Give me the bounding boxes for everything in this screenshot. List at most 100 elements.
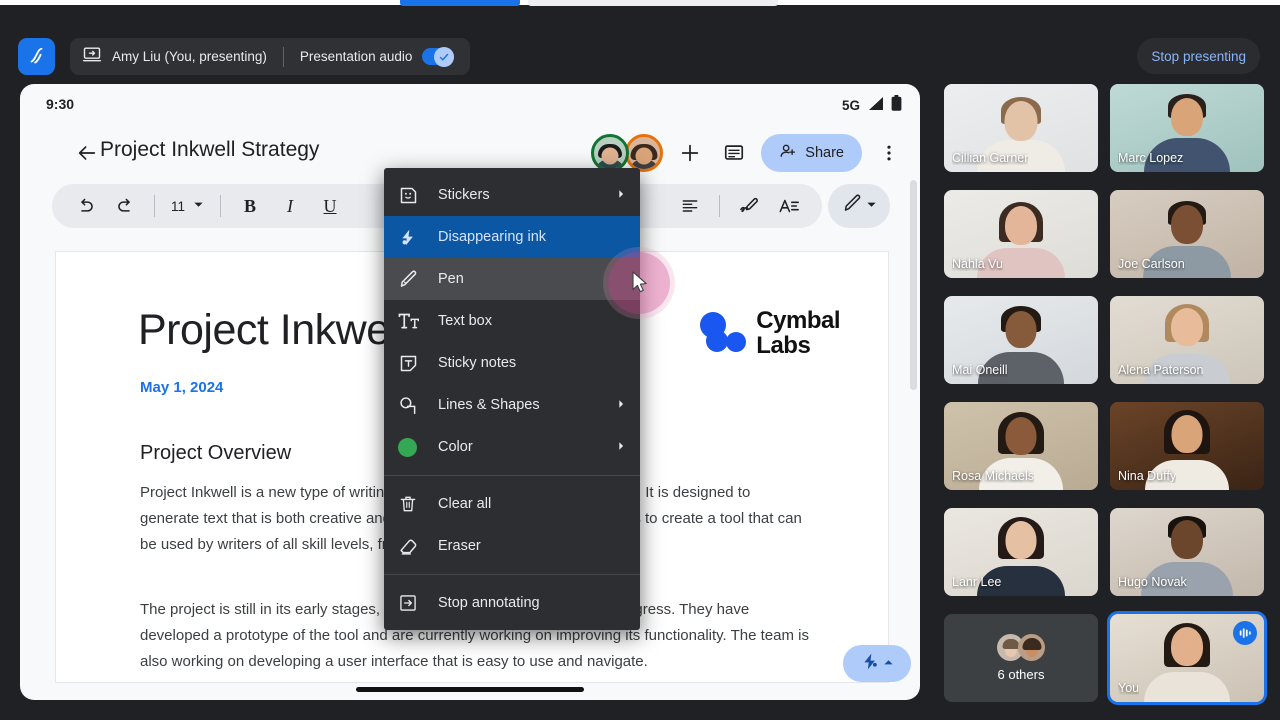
participant-tile[interactable]: Lanr Lee bbox=[944, 508, 1098, 596]
font-size-value: 11 bbox=[171, 199, 185, 214]
browser-chrome-sliver bbox=[0, 0, 1280, 12]
participant-tile[interactable]: Nina Duffy bbox=[1110, 402, 1264, 490]
others-count-label: 6 others bbox=[998, 667, 1045, 682]
menu-item-sticky-notes[interactable]: Sticky notes bbox=[384, 342, 640, 384]
cymbal-dots-icon bbox=[700, 310, 746, 356]
underline-button[interactable]: U bbox=[311, 189, 349, 223]
menu-item-stickers[interactable]: Stickers bbox=[384, 174, 640, 216]
signal-bars-icon bbox=[867, 96, 884, 116]
participant-name: Mai Oneill bbox=[952, 363, 1008, 377]
meet-annotate-logo-icon[interactable] bbox=[18, 38, 55, 75]
back-arrow-icon[interactable] bbox=[76, 142, 98, 169]
participant-tile[interactable]: Hugo Novak bbox=[1110, 508, 1264, 596]
annotation-context-menu: Stickers Disappearing ink Pen bbox=[384, 168, 640, 630]
document-date: May 1, 2024 bbox=[140, 379, 223, 396]
menu-item-label: Pen bbox=[438, 271, 626, 287]
trash-icon bbox=[398, 494, 438, 514]
participant-name: Joe Carlson bbox=[1118, 257, 1185, 271]
battery-full-icon bbox=[891, 95, 902, 116]
phone-status-bar: 9:30 5G bbox=[20, 84, 920, 124]
menu-item-label: Stop annotating bbox=[438, 595, 626, 611]
participant-tile[interactable]: Alena Paterson bbox=[1110, 296, 1264, 384]
home-indicator bbox=[356, 687, 584, 692]
presenter-name-label: Amy Liu (You, presenting) bbox=[112, 49, 267, 64]
chevron-right-icon bbox=[616, 441, 626, 454]
toolbar-divider bbox=[220, 195, 221, 217]
participant-name: Rosa Michaels bbox=[952, 469, 1034, 483]
pen-icon bbox=[842, 193, 863, 219]
participant-tile[interactable]: Joe Carlson bbox=[1110, 190, 1264, 278]
color-swatch-icon bbox=[398, 438, 438, 457]
logo-line-2: Labs bbox=[756, 333, 840, 358]
presentation-audio-toggle[interactable] bbox=[422, 48, 454, 65]
presenting-top-bar: Amy Liu (You, presenting) Presentation a… bbox=[0, 12, 1280, 77]
audio-waveform-icon[interactable] bbox=[1233, 621, 1257, 645]
document-scrollbar[interactable] bbox=[910, 180, 917, 390]
share-button[interactable]: Share bbox=[761, 134, 862, 172]
pen-tool-button[interactable] bbox=[828, 184, 890, 228]
collaborator-avatar-2[interactable] bbox=[625, 134, 663, 172]
status-indicators: 5G bbox=[842, 95, 902, 116]
participant-tile[interactable]: Cillian Garner bbox=[944, 84, 1098, 172]
undo-icon[interactable] bbox=[66, 189, 104, 223]
menu-item-label: Disappearing ink bbox=[438, 229, 626, 245]
others-avatars bbox=[997, 634, 1045, 661]
presentation-audio-label: Presentation audio bbox=[300, 49, 413, 64]
more-vert-icon[interactable] bbox=[872, 136, 906, 170]
others-tile[interactable]: 6 others bbox=[944, 614, 1098, 702]
font-size-selector[interactable]: 11 bbox=[165, 197, 210, 215]
status-network-label: 5G bbox=[842, 98, 860, 113]
meet-presenting-screen: Amy Liu (You, presenting) Presentation a… bbox=[0, 0, 1280, 720]
chevron-right-icon bbox=[616, 399, 626, 412]
participant-tile[interactable]: Rosa Michaels bbox=[944, 402, 1098, 490]
stop-presenting-button[interactable]: Stop presenting bbox=[1137, 38, 1260, 74]
participant-name: Nina Duffy bbox=[1118, 469, 1176, 483]
eraser-icon bbox=[398, 536, 438, 557]
participant-tile[interactable]: Nahla Vu bbox=[944, 190, 1098, 278]
participant-tile[interactable]: Marc Lopez bbox=[1110, 84, 1264, 172]
stop-presenting-label: Stop presenting bbox=[1151, 49, 1246, 64]
menu-item-lines-and-shapes[interactable]: Lines & Shapes bbox=[384, 384, 640, 426]
present-screen-icon bbox=[82, 44, 102, 69]
toolbar-divider bbox=[154, 195, 155, 217]
menu-item-label: Sticky notes bbox=[438, 355, 626, 371]
chevron-up-icon bbox=[883, 655, 894, 673]
sticky-note-icon bbox=[398, 353, 438, 374]
bold-button[interactable]: B bbox=[231, 189, 269, 223]
self-tile[interactable]: You bbox=[1110, 614, 1264, 702]
disappearing-ink-icon bbox=[398, 227, 438, 248]
browser-tab-active[interactable] bbox=[400, 0, 520, 6]
menu-item-color[interactable]: Color bbox=[384, 426, 640, 468]
participant-tile[interactable]: Mai Oneill bbox=[944, 296, 1098, 384]
document-header-actions: Share bbox=[591, 134, 906, 172]
browser-tab-inactive[interactable] bbox=[528, 0, 778, 6]
menu-item-clear-all[interactable]: Clear all bbox=[384, 483, 640, 525]
menu-item-eraser[interactable]: Eraser bbox=[384, 525, 640, 567]
handwriting-icon[interactable] bbox=[730, 189, 768, 223]
plus-icon[interactable] bbox=[673, 136, 707, 170]
status-time: 9:30 bbox=[46, 96, 74, 112]
person-add-icon bbox=[779, 142, 797, 164]
text-style-icon[interactable] bbox=[770, 189, 808, 223]
menu-item-stop-annotating[interactable]: Stop annotating bbox=[384, 582, 640, 624]
italic-button[interactable]: I bbox=[271, 189, 309, 223]
chevron-down-icon bbox=[193, 197, 204, 215]
self-name-label: You bbox=[1118, 681, 1139, 695]
menu-item-text-box[interactable]: Text box bbox=[384, 300, 640, 342]
menu-item-disappearing-ink[interactable]: Disappearing ink bbox=[384, 216, 640, 258]
participant-name: Marc Lopez bbox=[1118, 151, 1183, 165]
redo-icon[interactable] bbox=[106, 189, 144, 223]
disappearing-ink-fab[interactable] bbox=[843, 645, 911, 682]
align-icon[interactable] bbox=[671, 189, 709, 223]
presenting-status-chip: Amy Liu (You, presenting) Presentation a… bbox=[70, 38, 470, 75]
participant-grid: Cillian Garner Marc Lopez Nahla Vu bbox=[944, 84, 1264, 700]
toolbar-divider bbox=[719, 195, 720, 217]
collaborator-avatar-1[interactable] bbox=[591, 134, 629, 172]
share-button-label: Share bbox=[805, 145, 844, 161]
menu-item-label: Stickers bbox=[438, 187, 616, 203]
logo-line-1: Cymbal bbox=[756, 308, 840, 333]
document-title[interactable]: Project Inkwell Strategy bbox=[100, 138, 319, 162]
menu-item-pen[interactable]: Pen bbox=[384, 258, 640, 300]
participant-name: Lanr Lee bbox=[952, 575, 1001, 589]
comment-icon[interactable] bbox=[717, 136, 751, 170]
